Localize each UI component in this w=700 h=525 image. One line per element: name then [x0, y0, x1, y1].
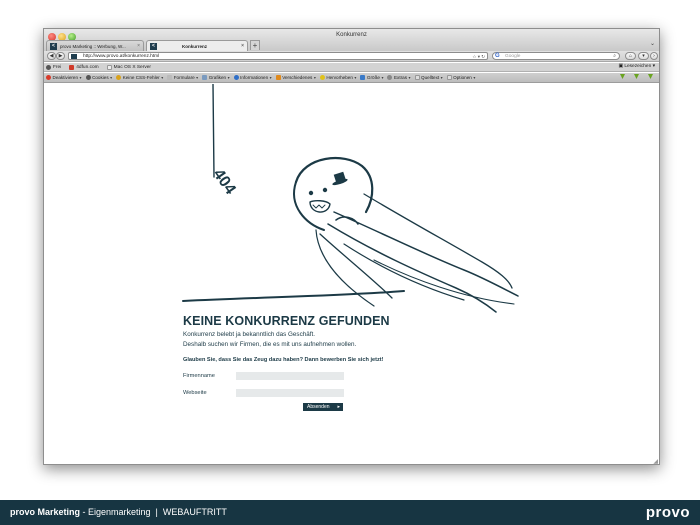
dev-optionen[interactable]: Optionen ▾	[446, 75, 475, 80]
submit-button[interactable]: Absenden ▸	[303, 403, 343, 411]
page-content: 404 KEINE KONKURRENZ GEFUNDEN Konkurrenz…	[44, 84, 659, 464]
browser-window: Konkurrenz < provo Marketing :: Werbung,…	[43, 28, 660, 465]
website-label: Webseite	[183, 390, 207, 396]
web-developer-toolbar: Deaktivieren ▾ Cookies ▾ Keine CSS-Fehler ▾…	[44, 73, 659, 83]
resize-icon	[360, 75, 366, 80]
source-icon	[414, 75, 420, 80]
dev-verschiedenes[interactable]: Verschiedenes ▾	[275, 75, 316, 80]
provo-favicon-icon: <	[150, 42, 157, 50]
close-tab-icon[interactable]: ×	[137, 43, 140, 49]
validator-status	[620, 74, 653, 79]
title-bar: Konkurrenz < provo Marketing :: Werbung,…	[44, 29, 659, 51]
image-icon	[202, 75, 208, 80]
plus-icon	[46, 64, 51, 70]
tools-icon	[387, 75, 393, 80]
forward-button[interactable]: ▶	[56, 52, 65, 60]
dev-css[interactable]: Keine CSS-Fehler ▾	[116, 75, 163, 80]
info-icon	[233, 75, 239, 80]
dev-groesse[interactable]: Größe ▾	[360, 75, 383, 80]
dev-deaktivieren[interactable]: Deaktivieren ▾	[46, 75, 82, 80]
chevron-right-icon: ▸	[337, 404, 340, 410]
dev-cookies[interactable]: Cookies ▾	[85, 75, 112, 80]
tab-provo-marketing[interactable]: < provo Marketing :: Werbung, W... ×	[46, 40, 144, 51]
company-name-label: Firmenname	[183, 373, 215, 379]
search-icon[interactable]: ⌕	[613, 53, 616, 60]
website-input[interactable]	[236, 389, 344, 397]
page-headline: KEINE KONKURRENZ GEFUNDEN	[183, 314, 390, 328]
window-title: Konkurrenz	[336, 32, 367, 38]
dev-hervorheben[interactable]: Hervorheben ▾	[319, 75, 356, 80]
company-name-input[interactable]	[236, 372, 344, 380]
tab-strip: < provo Marketing :: Werbung, W... × < K…	[46, 40, 260, 51]
close-tab-icon[interactable]: ×	[241, 43, 244, 49]
dev-formulare[interactable]: Formulare ▾	[167, 75, 198, 80]
url-text: http://www.provo.at/konkurrenz.html	[83, 54, 160, 59]
home-icon[interactable]: ⌂	[625, 52, 636, 60]
dev-extras[interactable]: Extras ▾	[387, 75, 411, 80]
tab-label: Konkurrenz	[182, 43, 208, 49]
provo-favicon-icon: <	[50, 42, 57, 50]
page-lead: Konkurrenz belebt ja bekanntlich das Ges…	[183, 330, 356, 349]
bookmarks-bar: Frei 4dfun.com Mac OS X Server ▣ Lesezei…	[44, 63, 659, 72]
site-favicon-icon	[71, 54, 77, 59]
tab-konkurrenz[interactable]: < Konkurrenz ×	[146, 40, 248, 51]
addon-icon[interactable]: ▾	[638, 52, 649, 60]
footer-subtitle: - Eigenmarketing | WEBAUFTRITT	[80, 507, 227, 517]
cookie-icon	[85, 75, 91, 80]
lead-line: Konkurrenz belebt ja bekanntlich das Ges…	[183, 331, 315, 338]
form-icon	[167, 75, 173, 80]
ghost-illustration: 404	[182, 84, 519, 313]
dev-quelltext[interactable]: Quelltext ▾	[414, 75, 443, 80]
navigation-bar: ◀ ▶ http://www.provo.at/konkurrenz.html …	[44, 51, 659, 62]
menu-icon[interactable]: ›	[650, 52, 658, 60]
search-placeholder: Google	[505, 54, 521, 59]
footer-brand: provo Marketing	[10, 507, 81, 517]
disable-icon	[46, 75, 51, 80]
dev-grafiken[interactable]: Grafiken ▾	[202, 75, 230, 80]
misc-icon	[275, 75, 281, 80]
bookmark-4dfun[interactable]: 4dfun.com	[69, 64, 99, 70]
bookmark-mac-os-x-server[interactable]: Mac OS X Server	[106, 64, 151, 70]
tab-label: provo Marketing :: Werbung, W...	[60, 43, 126, 49]
4dfun-favicon-icon	[69, 64, 75, 70]
tab-list-icon[interactable]: ⌄	[650, 40, 655, 47]
bookmarks-menu[interactable]: ▣ Lesezeichen ▾	[618, 64, 655, 69]
provo-logo: provo	[645, 504, 690, 521]
resize-grip-icon[interactable]: ◢	[653, 458, 658, 464]
slide-footer: provo Marketing - Eigenmarketing | WEBAU…	[0, 500, 700, 525]
bookmark-star-icon[interactable]: ☆ ▾ ↻	[472, 53, 485, 60]
bookmark-frei[interactable]: Frei	[46, 64, 61, 70]
highlighter-icon	[319, 75, 325, 80]
dev-informationen[interactable]: Informationen ▾	[233, 75, 272, 80]
pencil-icon	[116, 75, 122, 80]
lead-line: Deshalb suchen wir Firmen, die es mit un…	[183, 340, 357, 348]
valid-arrow-icon[interactable]	[620, 74, 625, 79]
google-icon: G	[495, 53, 500, 59]
valid-arrow-icon[interactable]	[634, 74, 639, 79]
page-icon	[106, 64, 112, 70]
new-tab-button[interactable]: +	[250, 40, 260, 50]
search-field[interactable]: G Google ⌕	[492, 52, 620, 60]
options-icon	[446, 75, 452, 80]
call-to-action-text: Glauben Sie, dass Sie das Zeug dazu habe…	[183, 357, 384, 363]
valid-arrow-icon[interactable]	[648, 74, 653, 79]
submit-label: Absenden	[307, 404, 330, 410]
back-button[interactable]: ◀	[47, 52, 56, 60]
address-bar[interactable]: http://www.provo.at/konkurrenz.html ☆ ▾ …	[68, 52, 488, 60]
